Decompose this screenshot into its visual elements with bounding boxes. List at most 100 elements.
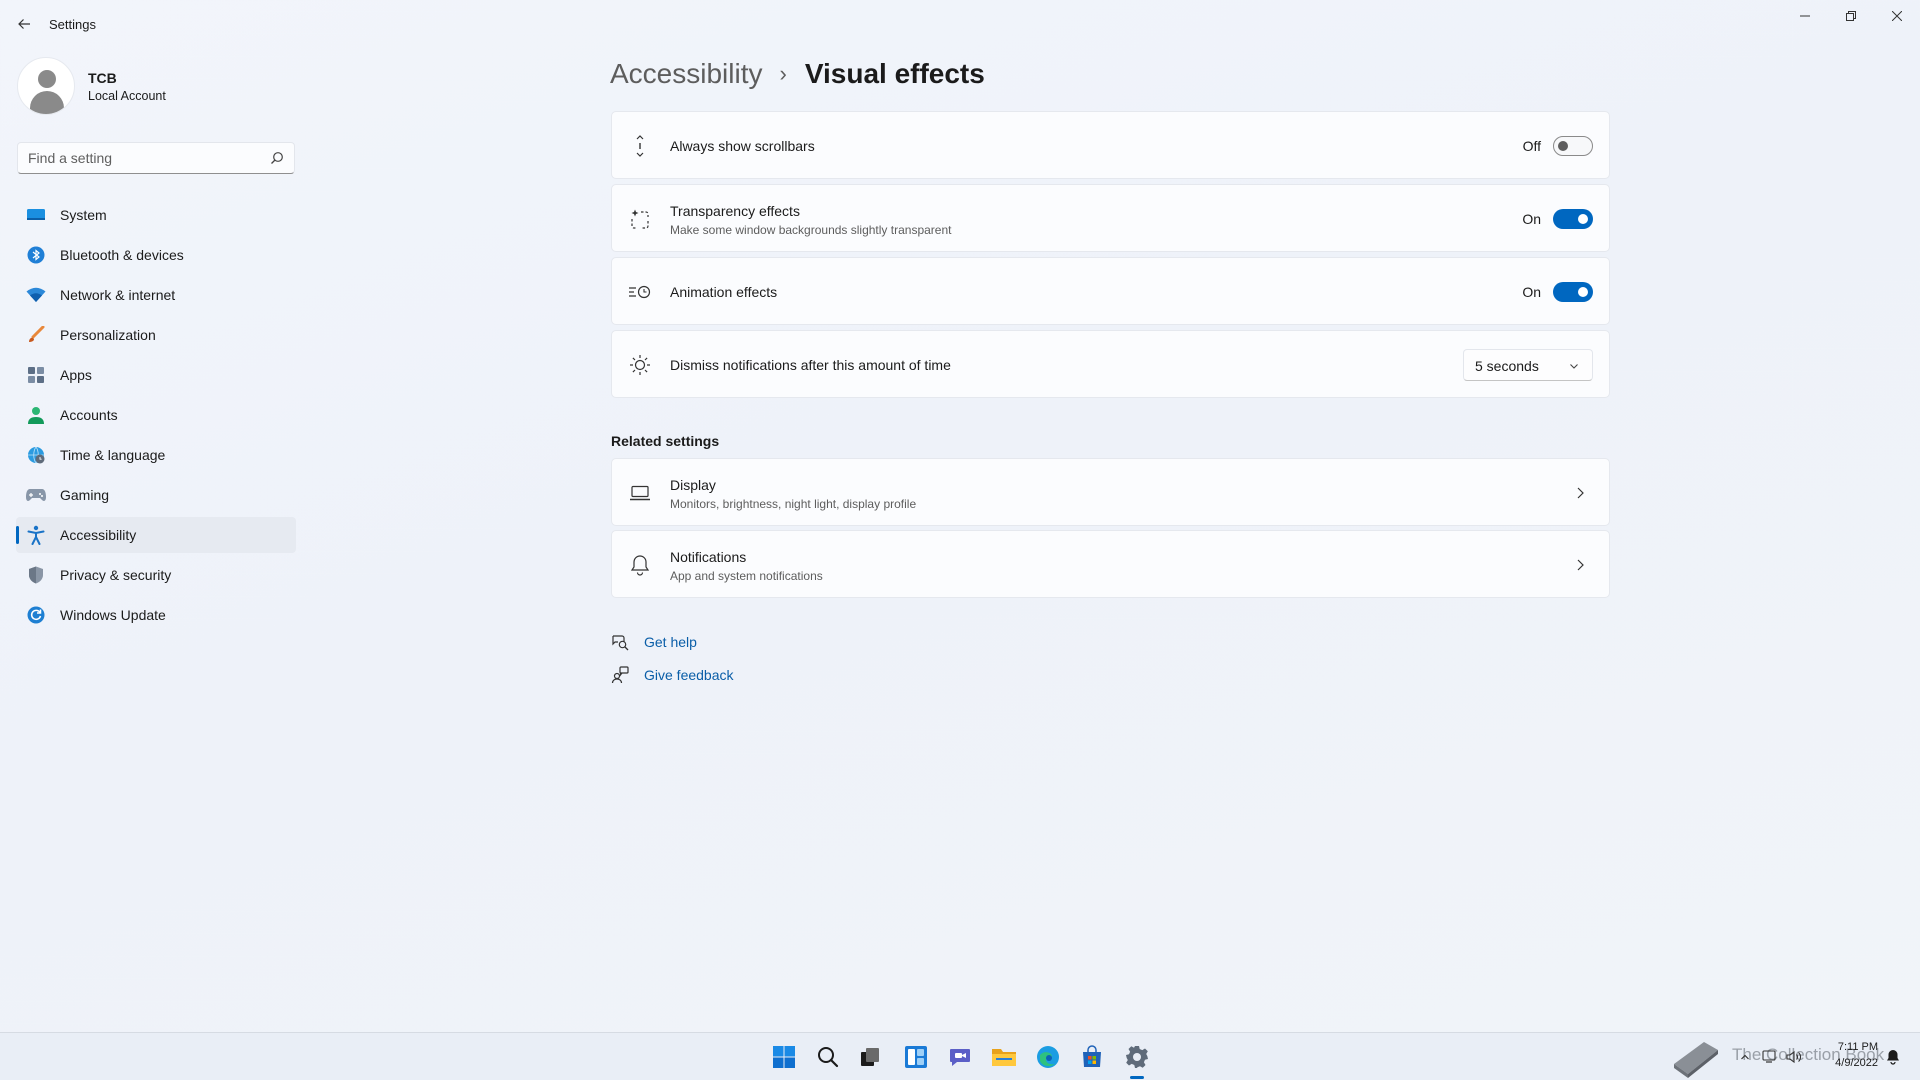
page-title: Visual effects — [804, 58, 985, 89]
search-icon[interactable] — [270, 151, 284, 165]
sidebar-item-label: Personalization — [60, 327, 156, 343]
sidebar-item-network[interactable]: Network & internet — [16, 277, 296, 313]
breadcrumb: Accessibility › Visual effects — [610, 52, 985, 96]
taskbar-search-icon[interactable] — [812, 1041, 844, 1073]
edge-icon[interactable] — [1032, 1041, 1064, 1073]
chevron-down-icon — [1570, 364, 1578, 369]
setting-card-notification-timeout: Dismiss notifications after this amount … — [611, 330, 1610, 398]
sidebar-item-label: System — [60, 207, 107, 223]
volume-icon[interactable] — [1786, 1050, 1802, 1064]
related-settings-heading: Related settings — [611, 433, 720, 449]
account-type: Local Account — [88, 89, 166, 103]
breadcrumb-separator: › — [779, 61, 787, 86]
get-help-label[interactable]: Get help — [644, 634, 697, 650]
back-button[interactable] — [12, 10, 36, 38]
sidebar-item-label: Windows Update — [60, 607, 166, 623]
gamepad-icon — [26, 485, 46, 505]
sidebar-item-personalization[interactable]: Personalization — [16, 317, 296, 353]
network-icon[interactable] — [1762, 1050, 1778, 1064]
sidebar-item-windows-update[interactable]: Windows Update — [16, 597, 296, 633]
user-profile[interactable]: TCB Local Account — [17, 57, 297, 117]
profile-name: TCB — [88, 70, 117, 86]
restore-button[interactable] — [1828, 0, 1874, 32]
active-app-indicator — [1130, 1076, 1144, 1079]
widgets-icon[interactable] — [900, 1041, 932, 1073]
setting-description: Monitors, brightness, night light, displ… — [670, 497, 917, 511]
setting-title: Display — [670, 477, 716, 493]
avatar — [17, 57, 75, 115]
sidebar-item-accounts[interactable]: Accounts — [16, 397, 296, 433]
settings-gear-icon[interactable] — [1121, 1041, 1153, 1073]
apps-icon — [26, 365, 46, 385]
animation-toggle[interactable] — [1553, 282, 1593, 302]
chevron-right-icon — [1577, 487, 1584, 499]
sidebar-item-label: Bluetooth & devices — [60, 247, 184, 263]
sidebar-item-label: Time & language — [60, 447, 166, 463]
sidebar-item-privacy-security[interactable]: Privacy & security — [16, 557, 296, 593]
chevron-up-icon[interactable] — [1740, 1052, 1750, 1062]
system-icon — [26, 205, 46, 225]
brush-icon — [26, 325, 46, 345]
setting-description: Make some window backgrounds slightly tr… — [670, 223, 952, 237]
toggle-knob — [1558, 141, 1568, 151]
avatar-head — [38, 70, 56, 88]
sidebar-item-label: Privacy & security — [60, 567, 172, 583]
toggle-state-label: On — [1522, 284, 1541, 300]
avatar-body — [30, 91, 64, 114]
sidebar-nav: System Bluetooth & devices Network & int… — [16, 197, 296, 637]
brightness-timer-icon — [628, 353, 652, 377]
notification-timeout-dropdown[interactable]: 5 seconds — [1463, 349, 1593, 381]
update-icon — [26, 605, 46, 625]
notification-center[interactable] — [1886, 1033, 1900, 1080]
clock-date[interactable]: 4/9/2022 — [1818, 1057, 1878, 1069]
sidebar-item-apps[interactable]: Apps — [16, 357, 296, 393]
sidebar-item-label: Gaming — [60, 487, 110, 503]
accounts-icon — [26, 405, 46, 425]
app-title: Settings — [49, 17, 96, 32]
restore-icon — [1846, 11, 1856, 21]
minimize-button[interactable] — [1782, 0, 1828, 32]
clock-time[interactable]: 7:11 PM — [1836, 1041, 1878, 1053]
store-icon[interactable] — [1076, 1041, 1108, 1073]
breadcrumb-parent[interactable]: Accessibility — [610, 58, 762, 90]
sidebar-item-gaming[interactable]: Gaming — [16, 477, 296, 513]
sidebar-item-bluetooth[interactable]: Bluetooth & devices — [16, 237, 296, 273]
toggle-knob — [1578, 214, 1588, 224]
transparency-icon — [628, 207, 652, 231]
chevron-right-icon — [1577, 559, 1584, 571]
give-feedback-link[interactable]: Give feedback — [610, 665, 734, 685]
search-box[interactable] — [17, 142, 295, 174]
taskbar: The Collection Book 7:11 PM 4/9/2022 — [0, 1032, 1920, 1080]
dropdown-value: 5 seconds — [1475, 358, 1539, 374]
bell-icon — [628, 553, 652, 577]
sidebar-item-system[interactable]: System — [16, 197, 296, 233]
sidebar-item-label: Apps — [60, 367, 92, 383]
title-bar: Settings — [0, 0, 1920, 48]
transparency-toggle[interactable] — [1553, 209, 1593, 229]
notification-bell-icon — [1887, 1050, 1899, 1065]
sidebar-item-label: Accounts — [60, 407, 118, 423]
file-explorer-icon[interactable] — [988, 1041, 1020, 1073]
sidebar-item-accessibility[interactable]: Accessibility — [16, 517, 296, 553]
chat-icon[interactable] — [944, 1041, 976, 1073]
close-button[interactable] — [1874, 0, 1920, 32]
setting-title: Dismiss notifications after this amount … — [670, 357, 951, 373]
get-help-link[interactable]: Get help — [610, 632, 697, 652]
setting-title: Notifications — [670, 549, 747, 565]
related-card-notifications[interactable]: Notifications App and system notificatio… — [611, 530, 1610, 598]
setting-title: Animation effects — [670, 284, 778, 300]
setting-card-animation: Animation effects On — [611, 257, 1610, 325]
give-feedback-label[interactable]: Give feedback — [644, 667, 734, 683]
related-card-display[interactable]: Display Monitors, brightness, night ligh… — [611, 458, 1610, 526]
start-icon[interactable] — [768, 1041, 800, 1073]
sidebar-item-label: Accessibility — [60, 527, 137, 543]
collection-book-logo — [1668, 1033, 1722, 1080]
sidebar-item-time-language[interactable]: Time & language — [16, 437, 296, 473]
globe-clock-icon — [26, 445, 46, 465]
animation-icon — [628, 280, 652, 304]
animation-toggle-group: On — [1517, 282, 1593, 302]
search-input[interactable] — [18, 143, 258, 173]
scrollbars-toggle[interactable] — [1553, 136, 1593, 156]
scrollbars-toggle-group: Off — [1517, 136, 1593, 156]
task-view-icon[interactable] — [854, 1041, 886, 1073]
